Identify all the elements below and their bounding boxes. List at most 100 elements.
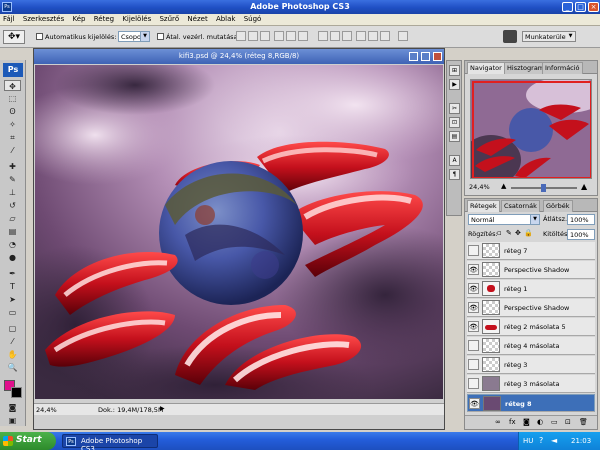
layer-row-selected[interactable]: 👁 réteg 8 bbox=[467, 394, 595, 412]
marquee-tool-icon[interactable]: ⬚ bbox=[4, 93, 21, 104]
visibility-toggle[interactable] bbox=[468, 359, 479, 370]
eyedropper-tool-icon[interactable]: ⁄ bbox=[4, 145, 21, 156]
quick-mask-icon[interactable]: ◙ bbox=[4, 402, 21, 413]
auto-select-checkbox[interactable] bbox=[36, 33, 43, 40]
menu-help[interactable]: Súgó bbox=[241, 14, 265, 24]
opacity-input[interactable]: 100% bbox=[567, 214, 595, 225]
link-icon[interactable]: ∞ bbox=[495, 418, 501, 426]
blur-tool-icon[interactable]: ◔ bbox=[4, 239, 21, 250]
close-button[interactable]: × bbox=[588, 2, 599, 12]
layer-row[interactable]: réteg 4 másolata bbox=[467, 337, 595, 355]
eye-icon[interactable]: 👁 bbox=[468, 321, 479, 332]
brushes-panel-icon[interactable]: ✂ bbox=[449, 103, 460, 114]
align-bottom-icon[interactable] bbox=[260, 31, 270, 41]
dodge-tool-icon[interactable]: ● bbox=[4, 252, 21, 263]
menu-filter[interactable]: Szűrő bbox=[156, 14, 182, 24]
distribute-right-icon[interactable] bbox=[380, 31, 390, 41]
distribute-bottom-icon[interactable] bbox=[342, 31, 352, 41]
layer-row[interactable]: réteg 3 bbox=[467, 356, 595, 374]
menu-edit[interactable]: Szerkesztés bbox=[20, 14, 67, 24]
zoom-tool-icon[interactable]: 🔍 bbox=[4, 362, 21, 373]
brush-tool-icon[interactable]: ✎ bbox=[4, 174, 21, 185]
layer-row[interactable]: 👁 Perspective Shadow bbox=[467, 261, 595, 279]
lock-transparency-icon[interactable]: ▫ bbox=[497, 229, 502, 237]
eye-icon[interactable]: 👁 bbox=[468, 264, 479, 275]
layer-row[interactable]: 👁 réteg 1 bbox=[467, 280, 595, 298]
document-title-bar[interactable]: kifi3.psd @ 24,4% (réteg 8,RGB/8) bbox=[34, 49, 444, 64]
eye-icon[interactable]: 👁 bbox=[468, 302, 479, 313]
move-tool-icon[interactable]: ✥ bbox=[4, 80, 21, 91]
lock-pixels-icon[interactable]: ✎ bbox=[506, 229, 512, 237]
visibility-toggle[interactable] bbox=[468, 340, 479, 351]
eraser-tool-icon[interactable]: ▱ bbox=[4, 213, 21, 224]
window-title-bar[interactable]: Ps Adobe Photoshop CS3 _ □ × bbox=[0, 0, 600, 14]
lock-position-icon[interactable]: ✥ bbox=[515, 229, 521, 237]
document-size[interactable]: Dok.: 19,4M/178,5M bbox=[98, 406, 164, 414]
actions-panel-icon[interactable]: ▶ bbox=[449, 79, 460, 90]
workspace-icon[interactable] bbox=[503, 30, 517, 43]
doc-minimize-button[interactable] bbox=[409, 52, 418, 61]
distribute-vcenter-icon[interactable] bbox=[330, 31, 340, 41]
hand-tool-icon[interactable]: ✋ bbox=[4, 349, 21, 360]
path-selection-tool-icon[interactable]: ➤ bbox=[4, 294, 21, 305]
notes-tool-icon[interactable]: ▢ bbox=[4, 323, 21, 334]
zoom-out-icon[interactable]: ▲ bbox=[501, 182, 506, 190]
lock-all-icon[interactable]: 🔒 bbox=[524, 229, 533, 237]
layer-row[interactable]: réteg 7 bbox=[467, 242, 595, 260]
eye-icon[interactable]: 👁 bbox=[468, 283, 479, 294]
lasso-tool-icon[interactable]: ʘ bbox=[4, 106, 21, 117]
photoshop-logo[interactable]: Ps bbox=[3, 63, 23, 77]
trash-icon[interactable]: 🗑 bbox=[579, 418, 588, 426]
navigator-zoom-slider-thumb[interactable] bbox=[541, 184, 546, 192]
help-icon[interactable]: ? bbox=[539, 436, 543, 445]
magic-wand-tool-icon[interactable]: ✧ bbox=[4, 119, 21, 130]
tab-info[interactable]: Információ bbox=[542, 62, 583, 74]
tab-navigator[interactable]: Navigator bbox=[467, 62, 505, 74]
align-right-icon[interactable] bbox=[298, 31, 308, 41]
tab-histogram[interactable]: Hisztogram bbox=[504, 62, 548, 74]
shape-tool-icon[interactable]: ▭ bbox=[4, 307, 21, 318]
align-vcenter-icon[interactable] bbox=[248, 31, 258, 41]
mask-icon[interactable]: ◙ bbox=[523, 418, 530, 426]
start-button[interactable]: Start bbox=[0, 432, 56, 450]
align-left-icon[interactable] bbox=[274, 31, 284, 41]
visibility-toggle[interactable] bbox=[468, 245, 479, 256]
distribute-hcenter-icon[interactable] bbox=[368, 31, 378, 41]
menu-select[interactable]: Kijelölés bbox=[119, 14, 154, 24]
tab-channels[interactable]: Csatornák bbox=[501, 200, 540, 212]
eyedropper-sample-tool-icon[interactable]: ⁄ bbox=[4, 336, 21, 347]
menu-file[interactable]: Fájl bbox=[0, 14, 18, 24]
volume-icon[interactable]: ◄ bbox=[551, 436, 557, 445]
menu-layer[interactable]: Réteg bbox=[91, 14, 117, 24]
fx-icon[interactable]: fx bbox=[509, 418, 516, 426]
eye-icon[interactable]: 👁 bbox=[469, 398, 480, 409]
layer-row[interactable]: 👁 réteg 2 másolata 5 bbox=[467, 318, 595, 336]
healing-brush-tool-icon[interactable]: ✚ bbox=[4, 161, 21, 172]
menu-window[interactable]: Ablak bbox=[213, 14, 239, 24]
tab-layers[interactable]: Rétegek bbox=[467, 200, 500, 212]
doc-close-button[interactable] bbox=[433, 52, 442, 61]
screen-mode-icon[interactable]: ▣ bbox=[4, 415, 21, 426]
language-indicator[interactable]: HU bbox=[523, 437, 533, 445]
maximize-button[interactable]: □ bbox=[575, 2, 586, 12]
align-hcenter-icon[interactable] bbox=[286, 31, 296, 41]
taskbar-item-photoshop[interactable]: Ps Adobe Photoshop CS3 bbox=[62, 434, 158, 450]
navigator-thumbnail[interactable] bbox=[470, 79, 592, 179]
layer-row[interactable]: 👁 Perspective Shadow bbox=[467, 299, 595, 317]
history-brush-tool-icon[interactable]: ↺ bbox=[4, 200, 21, 211]
new-layer-icon[interactable]: ⊡ bbox=[565, 418, 571, 426]
visibility-toggle[interactable] bbox=[468, 378, 479, 389]
layer-row[interactable]: réteg 3 másolata bbox=[467, 375, 595, 393]
move-tool-preset-icon[interactable]: ✥▾ bbox=[3, 30, 25, 44]
navigator-zoom-value[interactable]: 24,4% bbox=[469, 183, 490, 191]
menu-image[interactable]: Kép bbox=[69, 14, 88, 24]
menu-view[interactable]: Nézet bbox=[184, 14, 210, 24]
auto-align-icon[interactable] bbox=[398, 31, 408, 41]
blend-mode-dropdown[interactable]: Normál ▼ bbox=[468, 214, 540, 225]
zoom-in-icon[interactable]: ▲ bbox=[581, 182, 587, 191]
clone-stamp-tool-icon[interactable]: ⊥ bbox=[4, 187, 21, 198]
type-tool-icon[interactable]: T bbox=[4, 281, 21, 292]
crop-tool-icon[interactable]: ⌗ bbox=[4, 132, 21, 143]
layer-comps-panel-icon[interactable]: ▤ bbox=[449, 131, 460, 142]
align-top-icon[interactable] bbox=[236, 31, 246, 41]
